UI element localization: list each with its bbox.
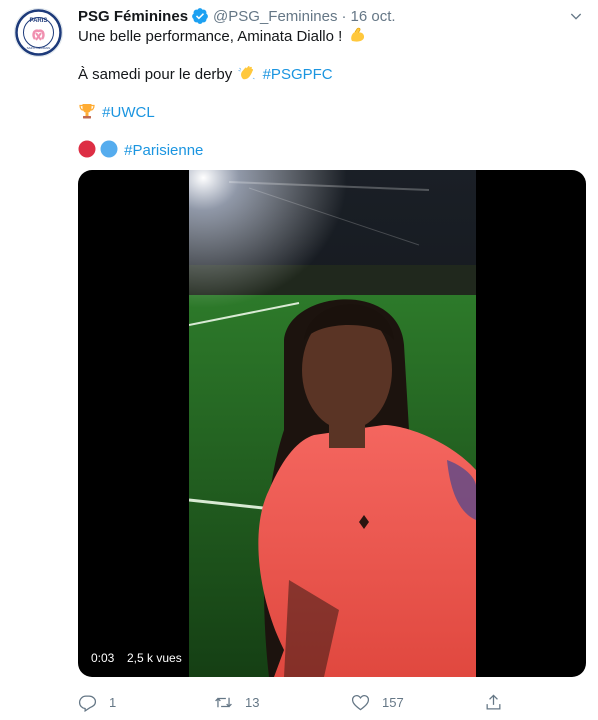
reply-button[interactable]: 1 bbox=[78, 690, 116, 714]
video-views-badge: 2,5 k vues bbox=[122, 647, 187, 669]
retweet-button[interactable]: 13 bbox=[214, 690, 259, 714]
hashtag-parisienne[interactable]: #Parisienne bbox=[124, 142, 203, 159]
avatar[interactable]: PARIS SAINT-GERMAIN bbox=[14, 8, 63, 57]
video-time-badge: 0:03 bbox=[86, 647, 120, 669]
flexed-biceps-icon bbox=[351, 27, 365, 42]
chevron-down-icon[interactable] bbox=[568, 8, 584, 24]
tweet-date[interactable]: 16 oct. bbox=[351, 8, 396, 25]
hashtag-psgpfc[interactable]: #PSGPFC bbox=[263, 66, 333, 83]
like-count: 157 bbox=[382, 694, 404, 710]
tweet-line-3: #UWCL bbox=[78, 102, 155, 122]
tweet-line-2-text: À samedi pour le derby bbox=[78, 66, 233, 83]
account-name[interactable]: PSG Féminines bbox=[78, 8, 188, 25]
retweet-icon bbox=[215, 697, 232, 707]
video-player[interactable]: 0:03 2,5 k vues bbox=[78, 170, 586, 677]
tweet-line-2: À samedi pour le derby #PSGPFC bbox=[78, 64, 333, 84]
video-frame bbox=[189, 170, 476, 677]
trophy-icon bbox=[79, 104, 95, 119]
tweet-actions: 1 13 157 bbox=[78, 690, 578, 714]
like-button[interactable]: 157 bbox=[351, 690, 404, 714]
account-handle[interactable]: @PSG_Feminines bbox=[213, 8, 337, 25]
psg-logo-icon: PARIS SAINT-GERMAIN bbox=[15, 9, 62, 56]
share-icon bbox=[486, 693, 501, 709]
avatar-text: PARIS bbox=[30, 18, 48, 24]
reply-count: 1 bbox=[109, 694, 117, 710]
blue-circle-icon bbox=[100, 140, 118, 158]
retweet-count: 13 bbox=[245, 694, 260, 710]
tweet-line-1-text: Une belle performance, Aminata Diallo ! bbox=[78, 28, 343, 45]
avatar-subtext: SAINT-GERMAIN bbox=[27, 46, 51, 50]
hashtag-uwcl[interactable]: #UWCL bbox=[102, 104, 155, 121]
separator-dot: · bbox=[341, 7, 347, 25]
tweet-line-4: #Parisienne bbox=[78, 140, 203, 160]
share-button[interactable] bbox=[484, 690, 515, 714]
red-circle-icon bbox=[78, 140, 96, 158]
tweet-header: PSG Féminines @PSG_Feminines · 16 oct. bbox=[78, 6, 588, 26]
reply-icon bbox=[78, 695, 97, 712]
verified-badge-icon bbox=[192, 8, 208, 24]
heart-icon bbox=[351, 694, 370, 710]
waving-hand-icon bbox=[238, 65, 256, 80]
tweet-line-1: Une belle performance, Aminata Diallo ! bbox=[78, 26, 368, 46]
tweet[interactable]: PARIS SAINT-GERMAIN PSG Féminines @PSG_F… bbox=[0, 0, 598, 720]
